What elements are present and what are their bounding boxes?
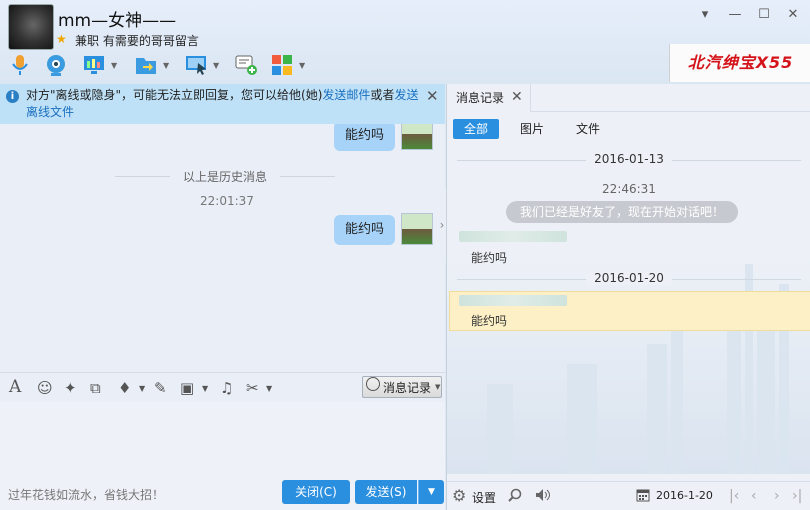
shake-icon[interactable]: ⧉: [90, 379, 101, 397]
chevron-down-icon[interactable]: ▼: [139, 384, 145, 393]
chat-window-header: mm—女神—— ★ 兼职 有需要的哥哥留言 ▾ — ☐ ✕ ▼ ▼ ▼ ▼ 北汽…: [0, 0, 810, 84]
edit-icon[interactable]: ✎: [154, 379, 167, 397]
last-page-icon[interactable]: ›|: [792, 488, 802, 504]
remote-desktop-icon[interactable]: [184, 53, 208, 77]
date-label: 2016-01-20: [586, 271, 672, 285]
date-divider: 2016-01-20: [447, 271, 810, 285]
group-chat-icon[interactable]: [234, 53, 258, 77]
avatar[interactable]: [401, 124, 433, 150]
close-icon[interactable]: ✕: [511, 89, 523, 105]
info-icon: i: [6, 90, 19, 103]
background-skyline: [447, 254, 810, 474]
maximize-button[interactable]: ☐: [753, 6, 775, 24]
history-footer: ⚙ 设置 2016-1-20 |‹ ‹ › ›|: [447, 481, 810, 510]
magic-wand-icon[interactable]: ✦: [64, 379, 77, 397]
chevron-down-icon[interactable]: ▼: [435, 383, 440, 391]
first-page-icon[interactable]: |‹: [729, 488, 739, 504]
voice-message-icon[interactable]: ♦: [118, 379, 131, 397]
send-file-icon[interactable]: [134, 53, 158, 77]
emoji-icon[interactable]: ☺: [37, 379, 53, 397]
chevron-down-icon[interactable]: ▼: [202, 384, 208, 393]
current-date[interactable]: 2016-1-20: [656, 489, 713, 502]
gear-icon[interactable]: ⚙: [452, 486, 466, 505]
contact-signature: 兼职 有需要的哥哥留言: [75, 34, 199, 48]
previous-page-icon[interactable]: ‹: [751, 488, 757, 504]
divider: [531, 111, 810, 112]
history-message[interactable]: 能约吗: [471, 312, 507, 329]
offline-notice: i 对方"离线或隐身"，可能无法立即回复，您可以给他(她)发送邮件或者发送离线文…: [0, 84, 445, 124]
notice-text: 对方"离线或隐身"，可能无法立即回复，您可以给他(她)发送邮件或者发送离线文件: [26, 87, 421, 121]
video-call-icon[interactable]: [44, 53, 68, 77]
close-icon[interactable]: ✕: [426, 87, 439, 105]
send-mail-link[interactable]: 发送邮件: [322, 88, 370, 102]
contact-name[interactable]: mm—女神——: [58, 6, 176, 31]
send-button[interactable]: 发送(S): [355, 480, 417, 504]
chat-bubble[interactable]: 能约吗: [334, 124, 396, 151]
star-icon: ★: [56, 32, 67, 46]
sender-name-blurred: [459, 231, 567, 242]
clock-icon: [366, 377, 380, 391]
minimize-button[interactable]: —: [724, 6, 746, 24]
chat-message-area[interactable]: 能约吗 以上是历史消息 22:01:37 能约吗: [0, 124, 445, 372]
music-icon[interactable]: ♫: [220, 379, 233, 397]
date-label: 2016-01-13: [586, 152, 672, 166]
filter-tab-all[interactable]: 全部: [453, 119, 500, 139]
history-divider: 以上是历史消息: [115, 168, 335, 185]
avatar[interactable]: [401, 213, 433, 245]
font-icon[interactable]: A: [9, 377, 21, 397]
next-page-icon[interactable]: ›: [774, 488, 780, 504]
notice-conjunction: 或者: [370, 88, 395, 102]
contact-avatar[interactable]: [8, 4, 54, 50]
message-timestamp: 22:01:37: [200, 194, 254, 208]
filter-tab-files[interactable]: 文件: [565, 119, 611, 139]
ad-banner[interactable]: 北汽绅宝X55: [669, 44, 810, 82]
screenshot-scissors-icon[interactable]: ✂: [246, 379, 259, 397]
message-history-panel: 消息记录 ✕ 全部 图片 文件 2016-01-13 22:46:31 我们已经…: [446, 84, 810, 510]
close-button[interactable]: 关闭(C): [282, 480, 350, 504]
chevron-down-icon[interactable]: ▼: [213, 61, 219, 70]
close-window-button[interactable]: ✕: [782, 6, 804, 24]
image-icon[interactable]: ▣: [180, 379, 194, 397]
ad-text[interactable]: 过年花钱如流水，省钱大招！: [8, 486, 164, 503]
voice-call-icon[interactable]: [8, 53, 32, 77]
chevron-down-icon[interactable]: ▼: [266, 384, 272, 393]
date-divider: 2016-01-13: [447, 152, 810, 166]
filter-tab-images[interactable]: 图片: [509, 119, 555, 139]
menu-dropdown-icon[interactable]: ▾: [694, 6, 716, 24]
history-message[interactable]: 能约吗: [471, 249, 507, 266]
chat-bubble[interactable]: 能约吗: [334, 215, 396, 245]
apps-icon[interactable]: [270, 53, 294, 77]
search-icon[interactable]: [508, 488, 522, 506]
notice-message: 对方"离线或隐身"，可能无法立即回复，您可以给他(她): [26, 88, 323, 102]
system-message: 我们已经是好友了，现在开始对话吧！: [506, 201, 738, 223]
screen-share-icon[interactable]: [82, 53, 106, 77]
message-input[interactable]: [0, 402, 445, 477]
bottom-bar: 过年花钱如流水，省钱大招！ 关闭(C) 发送(S) ▼: [0, 477, 445, 510]
send-options-dropdown[interactable]: ▼: [418, 480, 444, 504]
settings-label[interactable]: 设置: [472, 489, 496, 506]
chevron-down-icon[interactable]: ▼: [299, 61, 305, 70]
sender-name-blurred: [459, 295, 567, 306]
chevron-down-icon[interactable]: ▼: [111, 61, 117, 70]
system-timestamp: 22:46:31: [602, 182, 656, 196]
speaker-icon[interactable]: [535, 488, 551, 506]
calendar-icon[interactable]: [636, 488, 650, 506]
chevron-down-icon[interactable]: ▼: [163, 61, 169, 70]
